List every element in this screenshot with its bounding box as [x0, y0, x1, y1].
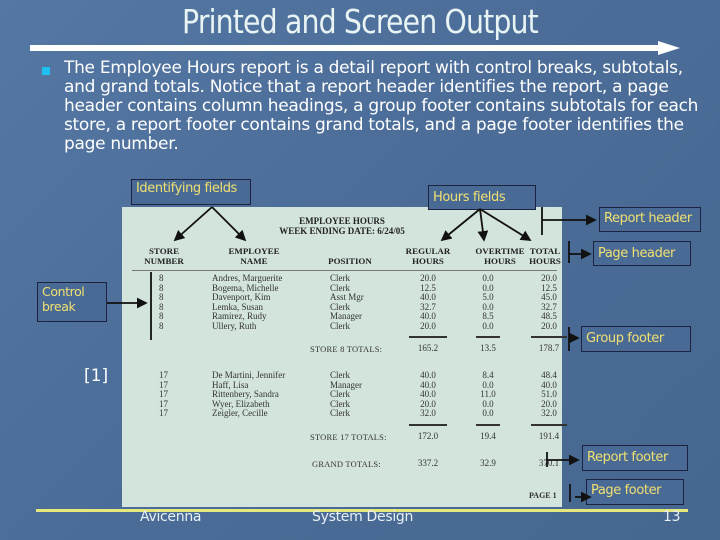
arrow-to-employee-name: [211, 206, 247, 242]
arrow-to-overtime-hours: [477, 208, 489, 242]
reference-citation: [1]: [84, 366, 109, 386]
arrow-to-total-hours: [479, 208, 532, 241]
footer-course: System Design: [312, 509, 414, 525]
arrow-to-regular-hours: [440, 208, 481, 242]
footer-author: Avicenna: [140, 509, 202, 525]
slide-number: 13: [663, 509, 681, 525]
annotation-arrows: [107, 206, 597, 503]
arrow-to-store-number: [173, 206, 213, 242]
